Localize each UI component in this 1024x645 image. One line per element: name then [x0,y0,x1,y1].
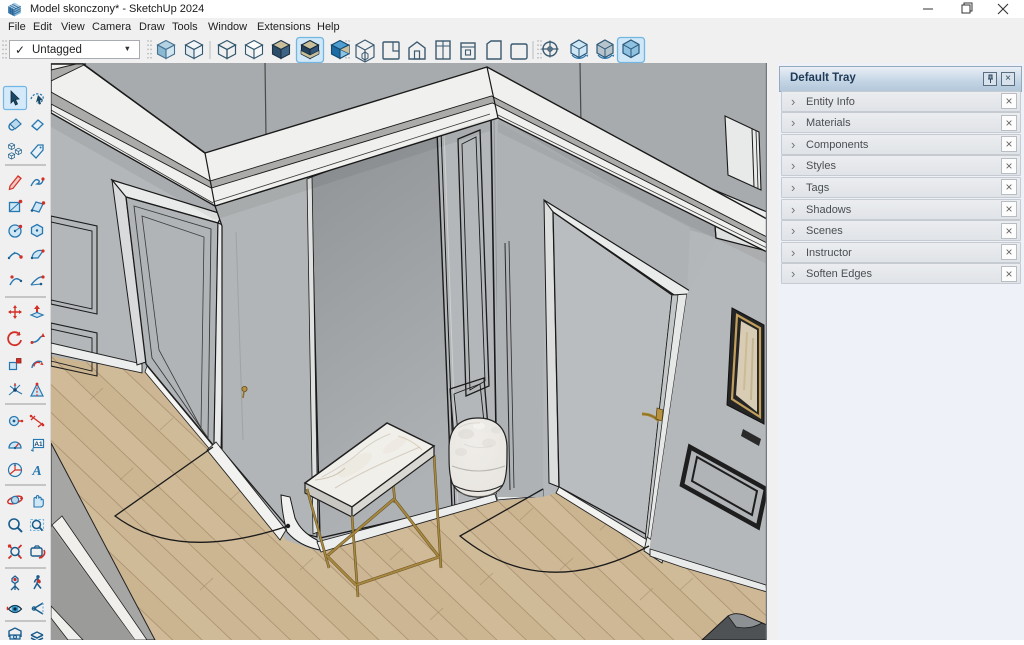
svg-text:A1: A1 [34,441,43,448]
svg-text:A: A [31,464,41,479]
